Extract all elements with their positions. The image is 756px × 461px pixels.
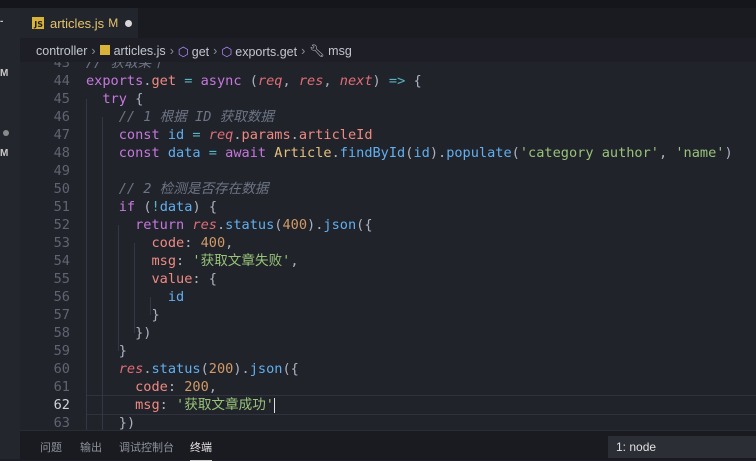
window-top-strip [0,0,756,8]
line-number: 52 [53,217,70,233]
code-line[interactable]: 44 exports.get = async (req, res, next) =… [20,72,756,90]
line-number: 44 [53,73,70,89]
code-text: res.status(200).json({ [118,361,299,377]
panel-tab-output[interactable]: 输出 [80,439,102,455]
chevron-right-icon: › [213,44,218,58]
activity-mark: - [0,16,4,27]
breadcrumb-symbol-get[interactable]: ⬡ get [178,44,209,59]
code-line[interactable]: 48 const data = await Article.findById(i… [20,144,756,162]
activity-mark: M [0,148,9,159]
tab-file-name: articles.js [50,15,105,31]
code-line[interactable]: 51 if (!data) { [20,198,756,216]
code-text: exports.get = async (req, res, next) => … [86,73,422,89]
code-line[interactable]: 45 try { [20,90,756,108]
code-text: id [167,289,185,305]
line-number: 50 [53,181,70,197]
bottom-panel: 问题 输出 调试控制台 终端 1: node [20,430,756,461]
cube-icon: ⬡ [177,44,189,59]
code-text: } [151,307,160,323]
code-text: code: 400, [151,235,234,251]
line-number: 45 [53,91,70,107]
activity-mark: M [0,68,9,79]
text-cursor [273,397,275,413]
terminal-select[interactable]: 1: node [608,436,756,458]
javascript-file-icon [99,45,110,55]
line-number: 61 [53,379,70,395]
code-text: try { [102,91,144,107]
line-number: 60 [53,361,70,377]
panel-tab-terminal[interactable]: 终端 [190,439,212,461]
line-number: 51 [53,199,70,215]
line-number: 47 [53,127,70,143]
line-number: 43 [53,62,70,71]
code-line[interactable]: 58 }) [20,324,756,342]
code-text: const id = req.params.articleId [118,127,373,143]
code-line[interactable]: 62 msg: '获取文章成功' [20,396,756,414]
code-line[interactable]: 46 // 1 根据 ID 获取数据 [20,108,756,126]
line-number: 58 [53,325,70,341]
code-line[interactable]: 61 code: 200, [20,378,756,396]
cube-icon: ⬡ [221,44,233,59]
code-text: msg: '获取文章失败', [151,253,299,269]
panel-tab-problems[interactable]: 问题 [40,439,62,455]
code-line[interactable]: 56 id [20,288,756,306]
chevron-right-icon: › [91,44,96,58]
code-text: }) [135,325,152,341]
code-line[interactable]: 54 msg: '获取文章失败', [20,252,756,270]
line-number: 59 [53,343,70,359]
code-editor[interactable]: 43 // 获取某个 44 exports.get = async (req, res… [20,62,756,430]
breadcrumb: controller › articles.js › ⬡ get › ⬡ expor… [20,40,756,62]
line-number: 48 [53,145,70,161]
line-number: 56 [53,289,70,305]
line-number: 46 [53,109,70,125]
code-line[interactable]: 43 // 获取某个 [20,62,756,72]
code-text: // 1 根据 ID 获取数据 [118,109,274,125]
code-text: msg: '获取文章成功' [135,397,275,413]
breadcrumb-folder[interactable]: controller [36,44,87,58]
breadcrumb-symbol-msg[interactable]: 🔧︎ msg [309,44,352,59]
activity-dot [3,130,9,136]
code-line[interactable]: 52 return res.status(400).json({ [20,216,756,234]
breadcrumb-symbol-exports-get[interactable]: ⬡ exports.get [221,44,297,59]
code-text: // 2 检测是否存在数据 [118,181,269,197]
line-number: 63 [53,415,70,430]
code-line[interactable]: 57 } [20,306,756,324]
code-text: const data = await Article.findById(id).… [118,145,733,161]
line-number: 53 [53,235,70,251]
chevron-right-icon: › [301,44,306,58]
code-text: code: 200, [135,379,217,395]
editor-tab-bar: JS articles.js M [20,8,756,38]
line-number: 55 [53,271,70,287]
code-line[interactable]: 60 res.status(200).json({ [20,360,756,378]
code-line[interactable]: 55 value: { [20,270,756,288]
modified-status: M [108,16,119,30]
code-line[interactable]: 53 code: 400, [20,234,756,252]
line-number: 49 [53,163,70,179]
code-line[interactable]: 49 [20,162,756,180]
code-line[interactable]: 59 } [20,342,756,360]
javascript-file-icon: JS [32,17,44,29]
tab-articles-js[interactable]: JS articles.js M [20,8,138,38]
panel-tab-debug-console[interactable]: 调试控制台 [119,439,174,455]
code-line[interactable]: 50 // 2 检测是否存在数据 [20,180,756,198]
code-text: }) [118,415,136,430]
code-line[interactable]: 63 }) [20,414,756,430]
line-number: 62 [53,397,70,413]
activity-bar: - M M [0,8,20,459]
wrench-icon: 🔧︎ [309,43,326,58]
code-text: return res.status(400).json({ [135,217,373,233]
line-number: 57 [53,307,70,323]
code-text: } [118,343,127,359]
code-text: // 获取某个 [86,62,165,71]
code-line[interactable]: 47 const id = req.params.articleId [20,126,756,144]
unsaved-dot-icon[interactable] [125,19,133,27]
code-text: if (!data) { [118,199,217,215]
code-text: value: { [151,271,217,287]
line-number: 54 [53,253,70,269]
chevron-right-icon: › [169,44,174,58]
breadcrumb-file[interactable]: articles.js [99,44,166,58]
